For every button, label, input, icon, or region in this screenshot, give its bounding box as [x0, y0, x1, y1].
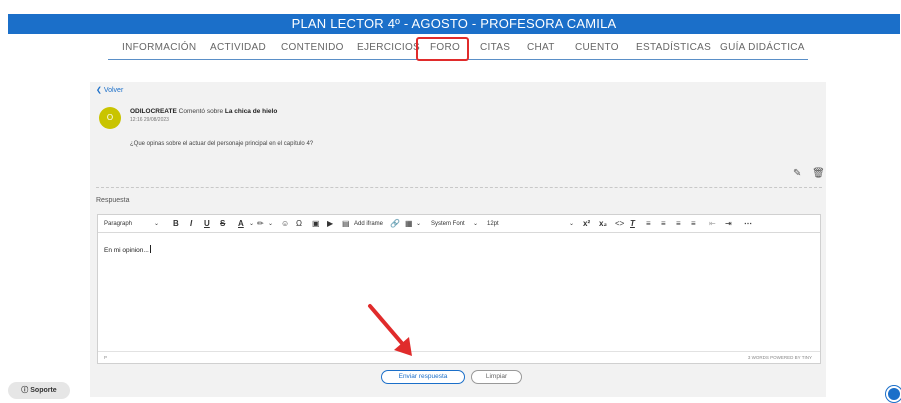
chevron-down-icon[interactable]: ⌄	[249, 215, 254, 233]
bold-icon[interactable]: B	[173, 215, 179, 233]
post-timestamp: 12:16 29/08/2023	[130, 117, 169, 123]
edit-pencil-icon[interactable]: ✎	[793, 168, 801, 179]
indent-icon[interactable]: ⇥	[725, 215, 732, 233]
table-icon[interactable]: ▦	[405, 215, 413, 233]
text-color-icon[interactable]: A	[238, 215, 244, 233]
back-label: Volver	[103, 87, 124, 94]
font-size-select[interactable]: 12pt	[487, 215, 499, 233]
format-select[interactable]: Paragraph	[104, 215, 132, 233]
word-count: 3 WORDS POWERED BY TINY	[747, 355, 812, 360]
chevron-down-icon[interactable]: ⌄	[569, 215, 574, 233]
post-topic: La chica de hielo	[224, 108, 278, 115]
editor-statusbar: P 3 WORDS POWERED BY TINY	[98, 351, 820, 363]
support-button[interactable]: ⓘ Soporte	[8, 382, 70, 399]
tab-informacion[interactable]: INFORMACIÓN	[122, 42, 196, 53]
link-icon[interactable]: 🔗	[390, 215, 400, 233]
post-comment: ¿Que opinas sobre el actuar del personaj…	[130, 141, 314, 147]
tab-chat[interactable]: CHAT	[527, 42, 555, 53]
font-family-select[interactable]: System Font	[431, 215, 465, 233]
strikethrough-icon[interactable]: S	[220, 215, 225, 233]
tab-contenido[interactable]: CONTENIDO	[281, 42, 344, 53]
avatar-letter: O	[106, 113, 114, 122]
align-center-icon[interactable]: ≡	[661, 215, 666, 233]
add-iframe-button[interactable]: Add iframe	[354, 215, 383, 233]
image-icon[interactable]: ▣	[312, 215, 320, 233]
dashed-divider	[96, 187, 822, 188]
align-right-icon[interactable]: ≡	[676, 215, 681, 233]
trash-icon[interactable]: 🗑	[812, 168, 825, 179]
clear-button[interactable]: Limpiar	[471, 370, 522, 384]
format-select-value: Paragraph	[104, 221, 133, 227]
response-label: Respuesta	[96, 197, 130, 204]
send-response-button[interactable]: Enviar respuesta	[381, 370, 465, 384]
tab-estadisticas[interactable]: ESTADÍSTICAS	[636, 42, 711, 53]
chevron-left-icon: ❮	[96, 87, 102, 94]
tab-citas[interactable]: CITAS	[480, 42, 510, 53]
align-left-icon[interactable]: ≡	[646, 215, 651, 233]
highlight-pen-icon[interactable]: ✏	[257, 215, 264, 233]
emoji-icon[interactable]: ☺	[281, 215, 289, 233]
editor-toolbar: Paragraph ⌄ B I U S A ⌄ ✏ ⌄ ☺ Ω ▣ ▶ ▤ Ad…	[98, 215, 820, 233]
tab-cuento[interactable]: CUENTO	[575, 42, 619, 53]
editor-text: En mi opinion...	[104, 247, 149, 254]
chevron-down-icon[interactable]: ⌄	[416, 215, 421, 233]
tab-ejercicios[interactable]: EJERCICIOS	[357, 42, 420, 53]
tab-guia-didactica[interactable]: GUÍA DIDÁCTICA	[720, 42, 805, 53]
send-response-label: Enviar respuesta	[398, 373, 448, 380]
post-action: Comentó sobre	[178, 108, 224, 115]
active-tab-highlight	[416, 37, 469, 61]
chevron-down-icon[interactable]: ⌄	[154, 215, 159, 233]
rich-text-editor: Paragraph ⌄ B I U S A ⌄ ✏ ⌄ ☺ Ω ▣ ▶ ▤ Ad…	[97, 214, 821, 364]
align-justify-icon[interactable]: ≡	[691, 215, 696, 233]
more-icon[interactable]: ⋯	[744, 215, 752, 233]
avatar: O	[99, 107, 121, 129]
course-title: PLAN LECTOR 4º - AGOSTO - PROFESORA CAMI…	[291, 16, 617, 31]
element-path: P	[104, 355, 108, 360]
help-circle-icon: ⓘ	[21, 387, 29, 394]
post-author-line: ODILOCREATE Comentó sobre La chica de hi…	[130, 108, 277, 115]
back-link[interactable]: ❮ Volver	[96, 86, 123, 94]
font-family-value: System Font	[431, 221, 465, 227]
text-caret	[149, 245, 151, 253]
chevron-down-icon[interactable]: ⌄	[268, 215, 273, 233]
add-iframe-label: Add iframe	[354, 221, 384, 227]
post-tools: ✎ 🗑	[785, 168, 825, 179]
support-label: Soporte	[30, 387, 57, 394]
page-root: PLAN LECTOR 4º - AGOSTO - PROFESORA CAMI…	[0, 0, 901, 403]
course-title-bar: PLAN LECTOR 4º - AGOSTO - PROFESORA CAMI…	[8, 14, 900, 34]
tab-actividad[interactable]: ACTIVIDAD	[210, 42, 266, 53]
media-icon[interactable]: ▶	[327, 215, 333, 233]
superscript-icon[interactable]: x²	[583, 215, 590, 233]
chevron-down-icon[interactable]: ⌄	[473, 215, 478, 233]
iframe-icon[interactable]: ▤	[342, 215, 350, 233]
chat-widget-icon[interactable]	[886, 386, 901, 402]
omega-icon[interactable]: Ω	[296, 215, 302, 233]
clear-format-icon[interactable]: T	[630, 215, 635, 233]
editor-content[interactable]: En mi opinion...	[104, 245, 151, 254]
subscript-icon[interactable]: x₂	[599, 215, 607, 233]
outdent-icon[interactable]: ⇤	[709, 215, 716, 233]
clear-label: Limpiar	[485, 373, 508, 380]
post-author: ODILOCREATE	[130, 108, 177, 115]
italic-icon[interactable]: I	[190, 215, 192, 233]
code-icon[interactable]: <>	[615, 215, 624, 233]
red-arrow-icon	[368, 304, 412, 356]
font-size-value: 12pt	[487, 221, 499, 227]
underline-icon[interactable]: U	[204, 215, 210, 233]
